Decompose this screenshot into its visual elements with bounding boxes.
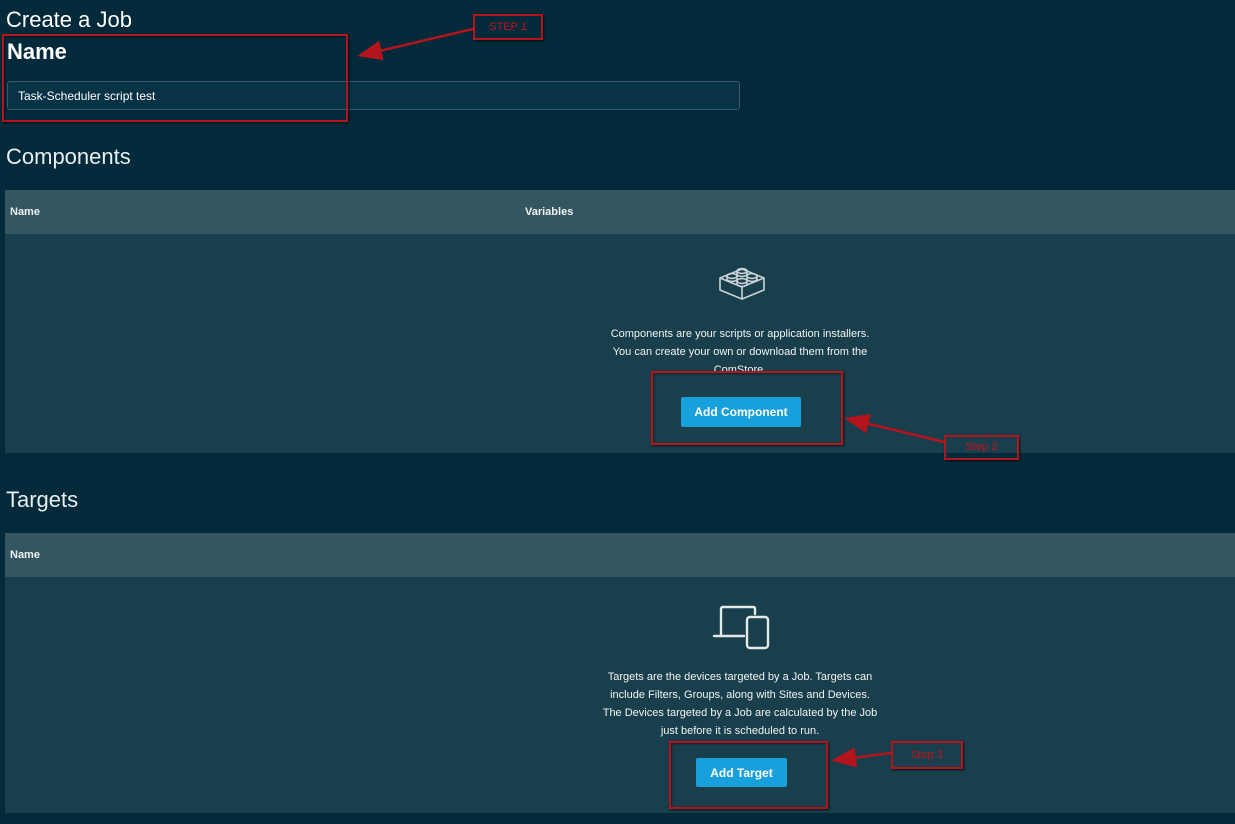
components-table-header: Name Variables (5, 190, 1235, 234)
component-block-icon (719, 267, 765, 300)
step1-highlight-box (2, 34, 348, 122)
step2-highlight-box (651, 371, 843, 445)
create-job-page: Create a Job Name Components Name Variab… (0, 0, 1235, 824)
laptop-phone-icon (712, 605, 770, 650)
step1-label: STEP 1 (473, 14, 543, 40)
components-col-name[interactable]: Name (10, 190, 40, 234)
targets-empty-text: Targets are the devices targeted by a Jo… (587, 668, 893, 740)
components-heading: Components (6, 144, 131, 169)
targets-col-name[interactable]: Name (10, 533, 40, 577)
components-empty-line-1: Components are your scripts or applicati… (610, 328, 870, 340)
targets-empty-line-2: include Filters, Groups, along with Site… (610, 689, 870, 701)
targets-empty-line-4: just before it is scheduled to run. (660, 725, 820, 737)
targets-table-header: Name (5, 533, 1235, 577)
components-table-body: Components are your scripts or applicati… (5, 234, 1235, 453)
targets-empty-line-3: The Devices targeted by a Job are calcul… (602, 707, 878, 719)
targets-empty-line-1: Targets are the devices targeted by a Jo… (607, 671, 873, 683)
step3-label: Step 3 (891, 741, 963, 769)
page-title: Create a Job (6, 7, 132, 32)
components-empty-line-2: You can create your own or download them… (612, 346, 868, 358)
step1-arrow (357, 27, 474, 61)
targets-heading: Targets (6, 487, 79, 512)
step2-label: Step 2 (944, 435, 1019, 460)
components-col-variables[interactable]: Variables (525, 190, 573, 234)
step3-highlight-box (669, 741, 828, 809)
targets-table-body: Targets are the devices targeted by a Jo… (5, 577, 1235, 813)
